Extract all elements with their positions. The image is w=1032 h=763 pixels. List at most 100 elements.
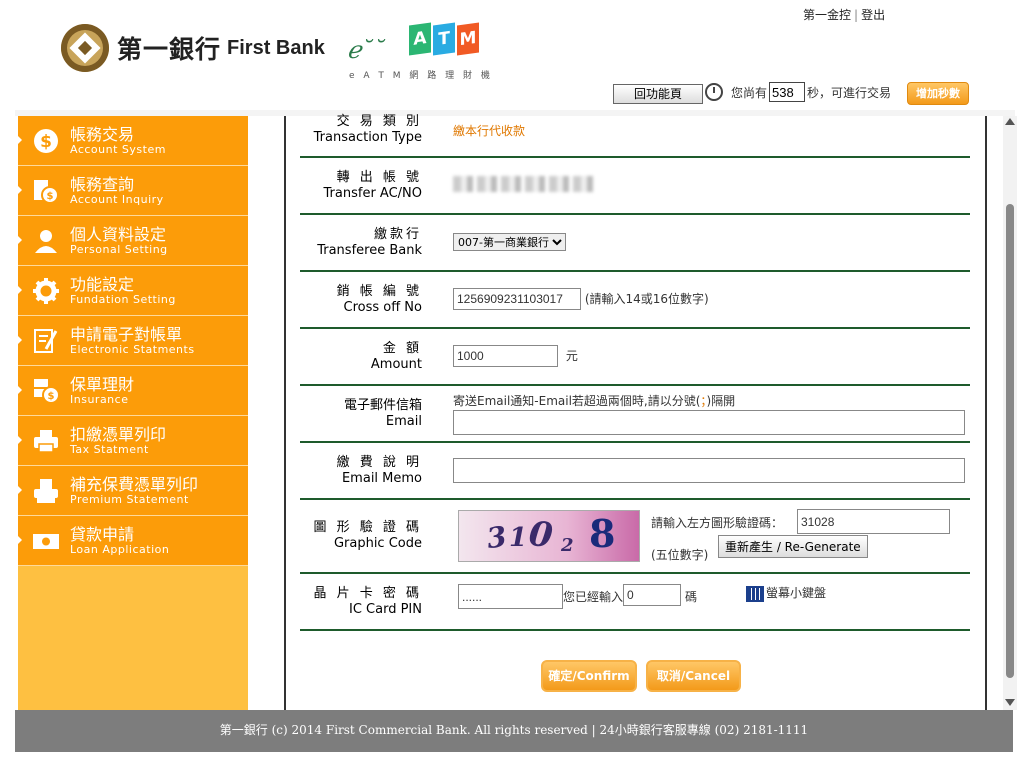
cross-off-hint: (請輸入14或16位數字)	[584, 292, 709, 306]
scroll-thumb[interactable]	[1006, 204, 1014, 678]
add-seconds-button[interactable]: 增加秒數	[907, 82, 969, 105]
sidebar-item-tax-statement[interactable]: 扣繳憑單列印 Tax Statment	[18, 416, 248, 466]
scroll-up-arrow-icon[interactable]	[1005, 118, 1015, 125]
dollar-coin-icon: $	[32, 127, 60, 155]
alarm-clock-icon	[705, 83, 723, 101]
confirm-button[interactable]: 確定/Confirm	[541, 660, 637, 692]
timer-suffix: 秒，可進行交易	[807, 85, 892, 100]
row-transaction-type: 交 易 類 別 Transaction Type 繳本行代收款	[300, 110, 970, 158]
receipt-printer-icon	[32, 477, 60, 505]
row-transferee-bank: 繳款行 Transferee Bank 007-第一商業銀行	[300, 215, 970, 272]
row-transfer-account: 轉 出 帳 號 Transfer AC/NO	[300, 158, 970, 215]
masked-account-number	[453, 176, 593, 192]
session-timer: 您尚有 秒，可進行交易	[705, 82, 891, 102]
svg-text:$: $	[47, 191, 54, 202]
sidebar-item-label: 貸款申請	[70, 524, 135, 544]
bank-name-cn: 第一銀行	[117, 35, 222, 64]
email-label: 電子郵件信箱 Email	[343, 398, 422, 429]
sidebar-item-label: 功能設定	[70, 274, 135, 294]
ic-pin-input[interactable]	[458, 584, 563, 609]
amount-label: 金 額 Amount	[370, 341, 422, 372]
transfer-account-value	[453, 176, 593, 195]
row-ic-pin: 晶 片 卡 密 碼IC Card PIN 您已經輸入 碼 螢幕小鍵盤	[300, 574, 970, 631]
sidebar-item-insurance[interactable]: $ 保單理財 Insurance	[18, 366, 248, 416]
captcha-prompt: 請輸入左方圖形驗證碼：	[651, 516, 784, 530]
sidebar-item-sublabel: Loan Application	[70, 542, 170, 556]
sidebar: $ 帳務交易 Account System $ 帳務查詢 Account Inqui…	[18, 116, 248, 710]
bank-name-en: First Bank	[227, 36, 325, 59]
person-icon	[32, 227, 60, 255]
ic-pin-label: 晶 片 卡 密 碼 IC Card PIN	[313, 586, 422, 617]
row-graphic-code: 圖 形 驗 證 碼 Graphic Code 3 1 0 2 8 請輸入左方圖形驗…	[300, 500, 970, 574]
eatm-letter-t: T	[433, 22, 455, 56]
regenerate-captcha-button[interactable]: 重新產生 / Re-Generate	[718, 535, 868, 558]
row-cross-off-no: 銷 帳 編 號Cross off No (請輸入14或16位數字)	[300, 272, 970, 329]
captcha-input[interactable]	[797, 509, 950, 534]
logout-link[interactable]: 登出	[861, 8, 885, 22]
top-links: 第一金控 | 登出	[803, 8, 886, 22]
row-amount: 金 額Amount 元	[300, 329, 970, 386]
svg-text:$: $	[48, 391, 55, 402]
sidebar-item-sublabel: Insurance	[70, 392, 129, 406]
gear-icon	[32, 277, 60, 305]
sidebar-item-premium-statement[interactable]: 補充保費憑單列印 Premium Statement	[18, 466, 248, 516]
sidebar-item-electronic-statements[interactable]: 申請電子對帳單 Electronic Statments	[18, 316, 248, 366]
timer-seconds-input[interactable]	[769, 82, 806, 102]
cross-off-input[interactable]	[453, 288, 581, 310]
page: 第一金控 | 登出 第一銀行 First Bank ℯ˘˘ ATM e A T M …	[0, 0, 1032, 763]
eatm-letter-a: A	[409, 22, 431, 56]
graphic-code-label: 圖 形 驗 證 碼 Graphic Code	[313, 520, 422, 551]
svg-text:$: $	[40, 132, 52, 152]
amount-input[interactable]	[453, 345, 558, 367]
pen-document-icon	[32, 327, 60, 355]
sidebar-item-label: 個人資料設定	[70, 224, 167, 244]
inquiry-icon: $	[32, 177, 60, 205]
insurance-coin-icon: $	[32, 377, 60, 405]
email-input[interactable]	[453, 410, 965, 435]
scroll-down-arrow-icon[interactable]	[1005, 699, 1015, 706]
sidebar-item-label: 申請電子對帳單	[70, 324, 183, 344]
footer: 第一銀行 (c) 2014 First Commercial Bank. All…	[15, 710, 1013, 752]
pin-count-input[interactable]	[623, 584, 681, 606]
sidebar-item-label: 保單理財	[70, 374, 135, 394]
sidebar-item-loan-application[interactable]: 貸款申請 Loan Application	[18, 516, 248, 566]
sidebar-item-sublabel: Electronic Statments	[70, 342, 195, 356]
captcha-image: 3 1 0 2 8	[458, 510, 640, 562]
printer-icon	[32, 427, 60, 455]
sidebar-item-sublabel: Account System	[70, 142, 166, 156]
transaction-type-label: 交 易 類 別 Transaction Type	[313, 114, 422, 145]
cancel-button[interactable]: 取消/Cancel	[646, 660, 741, 692]
transferee-bank-select[interactable]: 007-第一商業銀行	[453, 233, 566, 251]
transferee-bank-label: 繳款行 Transferee Bank	[317, 227, 422, 258]
smile-icon: ℯ˘˘	[347, 36, 386, 64]
eatm-logo: ℯ˘˘ ATM e A T M 網 路 理 財 機	[347, 20, 497, 82]
sidebar-item-sublabel: Fundation Setting	[70, 292, 176, 306]
amount-unit: 元	[565, 349, 578, 363]
vertical-scrollbar[interactable]	[1003, 116, 1017, 710]
header: 第一金控 | 登出 第一銀行 First Bank ℯ˘˘ ATM e A T M …	[15, 0, 1015, 110]
eatm-letter-m: M	[457, 22, 479, 56]
group-link[interactable]: 第一金控	[803, 8, 851, 22]
transaction-type-value: 繳本行代收款	[453, 124, 526, 138]
pin-entered-prefix: 您已經輸入	[563, 590, 624, 604]
sidebar-item-account-system[interactable]: $ 帳務交易 Account System	[18, 116, 248, 166]
row-email: 電子郵件信箱 Email 寄送Email通知-Email若超過兩個時,請以分號(；…	[300, 386, 970, 443]
captcha-digits-note: (五位數字)	[651, 548, 709, 562]
sidebar-item-label: 補充保費憑單列印	[70, 474, 199, 494]
cross-off-label: 銷 帳 編 號 Cross off No	[336, 284, 422, 315]
bank-logo-icon	[61, 24, 109, 72]
onscreen-keyboard-link[interactable]: 螢幕小鍵盤	[746, 584, 826, 602]
row-email-memo: 繳 費 說 明 Email Memo	[300, 443, 970, 500]
email-memo-input[interactable]	[453, 458, 965, 483]
sidebar-item-personal-setting[interactable]: 個人資料設定 Personal Setting	[18, 216, 248, 266]
sidebar-item-account-inquiry[interactable]: $ 帳務查詢 Account Inquiry	[18, 166, 248, 216]
home-button[interactable]: 回功能頁	[613, 84, 703, 104]
bank-logo[interactable]: 第一銀行 First Bank	[61, 24, 325, 72]
timer-prefix: 您尚有	[731, 85, 768, 100]
cash-icon	[32, 527, 60, 555]
sidebar-item-label: 帳務查詢	[70, 174, 135, 194]
email-memo-label: 繳 費 說 明 Email Memo	[336, 455, 422, 486]
sidebar-item-function-setting[interactable]: 功能設定 Fundation Setting	[18, 266, 248, 316]
sidebar-item-sublabel: Account Inquiry	[70, 192, 164, 206]
sidebar-item-sublabel: Tax Statment	[70, 442, 149, 456]
